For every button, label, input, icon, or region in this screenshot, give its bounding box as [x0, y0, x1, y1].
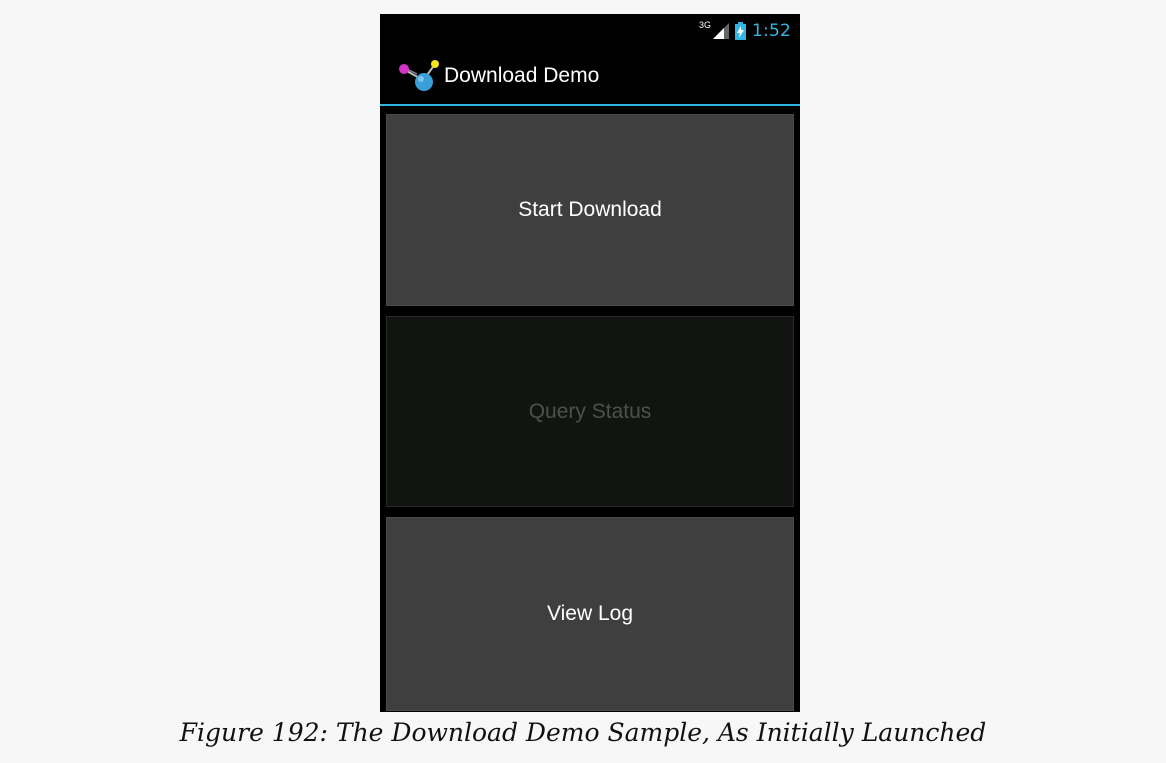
clock: 1:52	[752, 21, 791, 41]
signal-icon	[713, 23, 730, 39]
action-bar: Download Demo	[380, 48, 800, 106]
figure-caption: Figure 192: The Download Demo Sample, As…	[179, 718, 987, 747]
status-bar: 3G 1:52	[380, 14, 800, 48]
start-download-button[interactable]: Start Download	[386, 114, 794, 306]
query-status-button[interactable]: Query Status	[386, 316, 794, 507]
phone-screen: 3G 1:52 Download Demo Start Download Que…	[380, 14, 800, 712]
app-title: Download Demo	[444, 64, 600, 87]
status-indicators: 3G 1:52	[699, 18, 791, 44]
download-demo-app-icon[interactable]	[397, 58, 443, 94]
main-content: Start Download Query Status View Log	[380, 106, 800, 712]
network-type: 3G	[699, 20, 712, 30]
battery-charging-icon	[735, 22, 747, 40]
view-log-button[interactable]: View Log	[386, 517, 794, 711]
